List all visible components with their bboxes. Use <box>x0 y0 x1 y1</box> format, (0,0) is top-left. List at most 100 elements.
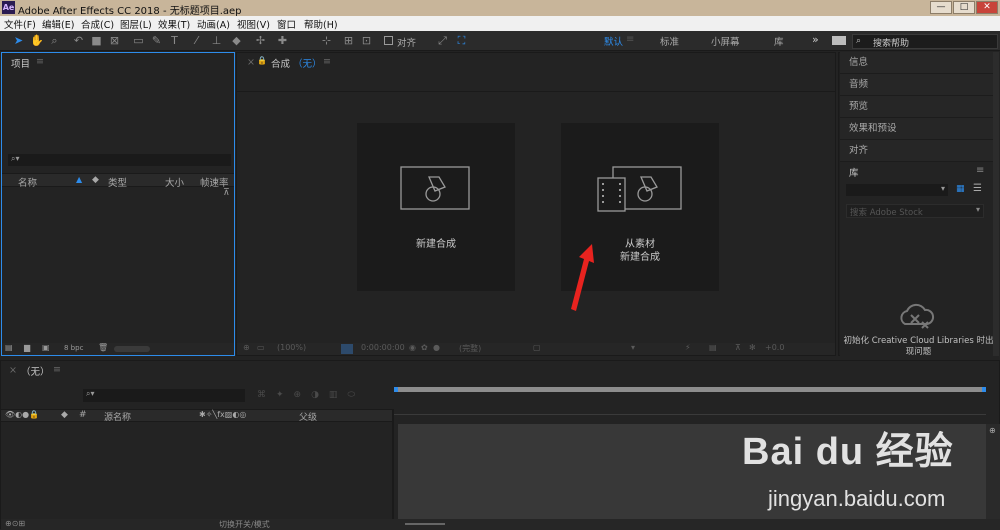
panel-menu-icon[interactable]: ≡ <box>53 364 61 375</box>
time-ruler[interactable] <box>394 401 986 415</box>
roto-brush-tool-icon[interactable]: ✢ <box>254 34 267 47</box>
av-switches-icons[interactable]: 👁◐●🔒 <box>5 410 39 419</box>
interpret-footage-icon[interactable]: ▤ <box>5 343 13 352</box>
column-name[interactable]: 名称 <box>18 175 37 189</box>
workspace-library[interactable]: 库 <box>774 34 784 48</box>
bit-depth-button[interactable]: 8 bpc <box>64 344 83 352</box>
maximize-button[interactable]: □ <box>953 1 975 14</box>
pan-behind-tool-icon[interactable]: ⊠ <box>108 34 121 47</box>
new-folder-icon[interactable]: ▆ <box>24 343 30 352</box>
menu-file[interactable]: 文件(F) <box>4 17 36 31</box>
panel-menu-icon[interactable]: ≡ <box>36 56 44 67</box>
new-composition-icon[interactable]: ▣ <box>42 343 50 352</box>
menu-edit[interactable]: 编辑(E) <box>42 17 74 31</box>
minimize-button[interactable]: — <box>930 1 952 14</box>
panel-menu-icon[interactable]: ≡ <box>323 56 331 67</box>
workspace-small-screen[interactable]: 小屏幕 <box>711 34 740 48</box>
help-search-input[interactable]: ⌕ 搜索帮助 <box>852 34 998 49</box>
library-panel-title[interactable]: 库 <box>849 165 859 179</box>
type-tool-icon[interactable]: T <box>168 34 181 47</box>
timeline-scrollbar[interactable]: ⊕ <box>986 424 1000 519</box>
menu-effect[interactable]: 效果(T) <box>158 17 190 31</box>
view-dropdown[interactable]: ▾ <box>631 343 635 352</box>
menu-animation[interactable]: 动画(A) <box>197 17 230 31</box>
composition-tab-close[interactable]: × <box>247 57 255 68</box>
info-panel-tab[interactable]: 信息 <box>840 52 994 74</box>
timecode-display[interactable]: 0:00:00:00 <box>361 343 405 352</box>
rectangle-tool-icon[interactable]: ▭ <box>132 34 145 47</box>
timeline-tab-label[interactable]: （无） <box>21 364 50 378</box>
new-composition-card[interactable]: 新建合成 <box>357 123 515 291</box>
workspace-default[interactable]: 默认 <box>604 34 623 48</box>
column-number[interactable]: # <box>79 410 87 420</box>
always-preview-icon[interactable]: ⊕ <box>243 343 250 352</box>
hand-tool-icon[interactable]: ✋ <box>30 34 44 47</box>
zoom-icon[interactable]: ⊕ <box>989 426 996 435</box>
column-frame-rate[interactable]: 帧速率 <box>200 175 229 189</box>
column-source-name[interactable]: 源名称 <box>104 410 131 423</box>
camera-tool-icon[interactable]: ■ <box>90 34 103 47</box>
view-axis-icon[interactable]: ⊡ <box>360 34 373 47</box>
align-checkbox[interactable] <box>384 36 393 45</box>
region-of-interest-icon[interactable]: ▢ <box>533 343 541 352</box>
pen-tool-icon[interactable]: ✎ <box>150 34 163 47</box>
timeline-switch-icons[interactable]: ⌘✦⊕◑▥⬭ <box>257 390 365 400</box>
exposure-value[interactable]: +0.0 <box>765 343 784 352</box>
column-parent[interactable]: 父级 <box>299 410 317 423</box>
local-axis-icon[interactable]: ⊹ <box>320 34 333 47</box>
composition-tab-value[interactable]: （无） <box>293 56 322 70</box>
project-panel-title[interactable]: 项目 <box>11 56 30 70</box>
column-type[interactable]: 类型 <box>108 175 127 189</box>
footer-toggle-icons[interactable]: ⊕⊙⊞ <box>5 519 25 528</box>
project-search-input[interactable]: ⌕▾ <box>8 154 231 166</box>
world-axis-icon[interactable]: ⊞ <box>342 34 355 47</box>
grid-toggle-icon[interactable] <box>341 344 353 354</box>
work-area-bar[interactable] <box>394 387 986 392</box>
align-panel-tab[interactable]: 对齐 <box>840 140 994 162</box>
close-button[interactable]: ✕ <box>976 1 998 14</box>
timeline-tab-close[interactable]: × <box>9 365 17 376</box>
timeline-icon[interactable]: ▤ <box>709 343 717 352</box>
menu-window[interactable]: 窗口 <box>277 17 296 31</box>
eraser-tool-icon[interactable]: ◆ <box>230 34 243 47</box>
workspace-more-button[interactable]: » <box>812 33 819 46</box>
preview-panel-tab[interactable]: 预览 <box>840 96 994 118</box>
timeline-search-input[interactable]: ⌕▾ <box>83 389 245 402</box>
workspace-standard[interactable]: 标准 <box>660 34 679 48</box>
library-dropdown[interactable]: ▾ <box>846 184 948 196</box>
resolution-dropdown[interactable]: (完整) <box>459 343 481 354</box>
effects-presets-panel-tab[interactable]: 效果和预设 <box>840 118 994 140</box>
zoom-dropdown[interactable]: (100%) <box>277 343 306 352</box>
layer-switches-icons[interactable]: ✱✧╲fx▨◐◎ <box>199 410 246 419</box>
thumbnail-slider[interactable] <box>114 346 150 352</box>
fast-preview-icon[interactable]: ⚡ <box>685 343 691 352</box>
zoom-tool-icon[interactable]: ⌕ <box>48 34 61 47</box>
brush-tool-icon[interactable]: ⁄ <box>190 34 203 47</box>
right-panel-scrollbar[interactable] <box>993 52 999 356</box>
channel-icon[interactable]: ● <box>433 343 440 352</box>
trash-icon[interactable]: 🗑 <box>98 343 108 352</box>
reset-exposure-icon[interactable]: ✻ <box>749 343 756 352</box>
snap-grid-icon[interactable]: ⛶ <box>455 34 468 47</box>
lock-icon[interactable]: 🔒 <box>257 56 267 65</box>
monitor-icon[interactable]: ▭ <box>257 343 265 352</box>
list-view-icon[interactable]: ☰ <box>973 183 982 194</box>
menu-layer[interactable]: 图层(L) <box>120 17 152 31</box>
selection-tool-icon[interactable]: ➤ <box>12 34 25 47</box>
snap-icon[interactable]: ⤢ <box>436 34 449 47</box>
menu-composition[interactable]: 合成(C) <box>81 17 114 31</box>
menu-help[interactable]: 帮助(H) <box>304 17 338 31</box>
stock-search-input[interactable]: 搜索 Adobe Stock ▾ <box>846 204 984 218</box>
composition-tab-label[interactable]: 合成 <box>271 56 290 70</box>
clone-stamp-tool-icon[interactable]: ⊥ <box>210 34 223 47</box>
show-snapshot-icon[interactable]: ✿ <box>421 343 428 352</box>
snapshot-icon[interactable]: ◉ <box>409 343 416 352</box>
grid-view-icon[interactable]: ▦ <box>956 185 965 194</box>
timeline-zoom-slider[interactable] <box>405 523 445 525</box>
flowchart-icon[interactable]: ⊼ <box>735 343 741 352</box>
column-size[interactable]: 大小 <box>165 175 184 189</box>
menu-view[interactable]: 视图(V) <box>237 17 270 31</box>
rotate-tool-icon[interactable]: ↶ <box>72 34 85 47</box>
flowchart-icon[interactable]: ⊼ <box>223 188 230 198</box>
workspace-menu-icon[interactable] <box>832 36 846 45</box>
